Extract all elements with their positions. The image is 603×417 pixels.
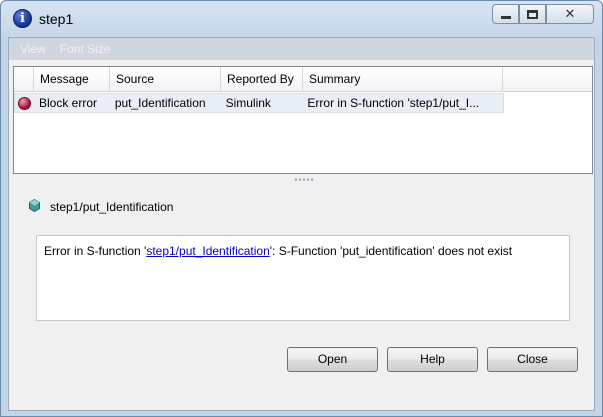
table-header: Message Source Reported By Summary: [14, 67, 592, 92]
minimize-icon: [500, 16, 511, 19]
menu-bar: View Font Size: [9, 38, 594, 60]
help-button[interactable]: Help: [387, 347, 478, 372]
title-bar[interactable]: i step1 ✕: [1, 1, 602, 37]
close-button[interactable]: Close: [487, 347, 578, 372]
column-header-filler: [503, 67, 592, 92]
column-header-message[interactable]: Message: [34, 67, 110, 92]
message-details: Error in S-function 'step1/put_Identific…: [36, 235, 570, 321]
open-button[interactable]: Open: [287, 347, 378, 372]
message-suffix: ': S-Function 'put_identification' does …: [269, 244, 513, 258]
column-header-icon[interactable]: [14, 67, 34, 92]
column-header-summary[interactable]: Summary: [303, 67, 503, 92]
minimize-button[interactable]: [492, 4, 519, 24]
table-row[interactable]: Block error put_Identification Simulink …: [14, 93, 504, 113]
source-block-link[interactable]: step1/put_Identification: [146, 244, 269, 258]
detail-title: step1/put_Identification: [50, 200, 174, 214]
cell-reported-by: Simulink: [225, 96, 271, 110]
info-icon: i: [13, 9, 32, 28]
dialog-body: View Font Size Message Source Reported B…: [8, 37, 595, 411]
cell-source: put_Identification: [114, 96, 206, 110]
splitter-handle[interactable]: [294, 178, 314, 181]
menu-font-size[interactable]: Font Size: [60, 42, 111, 56]
dialog-window: i step1 ✕ View Font Size Message Source …: [0, 0, 603, 417]
message-table: Message Source Reported By Summary Block…: [13, 66, 593, 174]
window-title: step1: [39, 11, 74, 27]
message-prefix: Error in S-function ': [44, 244, 147, 258]
close-icon: ✕: [564, 6, 576, 21]
cell-message: Block error: [38, 96, 97, 110]
menu-view[interactable]: View: [20, 42, 46, 56]
close-window-button[interactable]: ✕: [546, 4, 594, 24]
column-header-source[interactable]: Source: [110, 67, 221, 92]
column-header-reported-by[interactable]: Reported By: [221, 67, 303, 92]
maximize-button[interactable]: [519, 4, 546, 24]
block-icon: [29, 199, 40, 212]
error-icon: [18, 96, 31, 110]
window-controls: ✕: [492, 4, 594, 26]
cell-summary: Error in S-function 'step1/put_I...: [307, 96, 480, 110]
row-icon-cell: [15, 94, 35, 112]
maximize-icon: [527, 9, 538, 19]
